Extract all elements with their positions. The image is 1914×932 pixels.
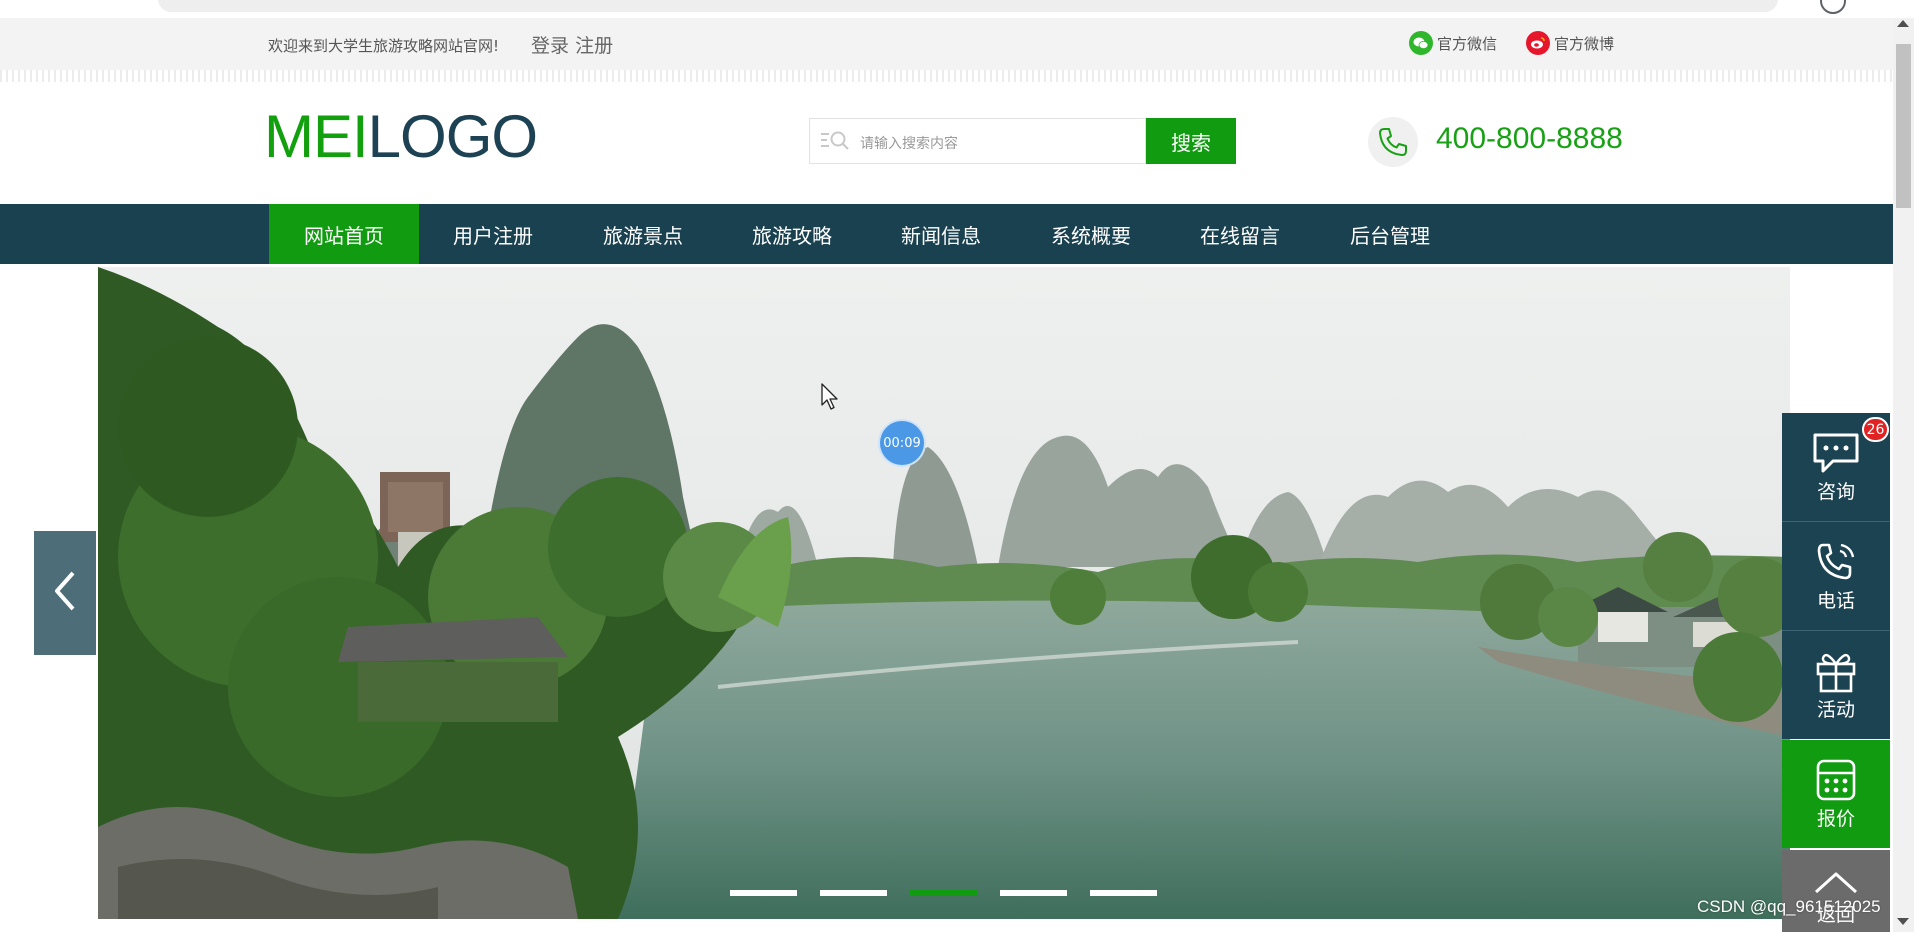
address-bar[interactable]	[158, 0, 1778, 12]
chat-icon	[1811, 431, 1861, 475]
sidebar-phone[interactable]: 电话	[1782, 522, 1890, 630]
back-to-top-button[interactable]: 返回	[1782, 850, 1890, 932]
browser-toolbar	[0, 0, 1914, 18]
main-nav: 网站首页 用户注册 旅游景点 旅游攻略 新闻信息 系统概要 在线留言 后台管理	[0, 204, 1893, 264]
nav-item-home[interactable]: 网站首页	[269, 204, 419, 264]
nav-item-register[interactable]: 用户注册	[418, 204, 568, 264]
weibo-label: 官方微博	[1554, 34, 1615, 53]
welcome-text: 欢迎来到大学生旅游攻略网站官网!	[268, 37, 500, 55]
search-box	[809, 118, 1146, 164]
nav-item-guides[interactable]: 旅游攻略	[717, 204, 867, 264]
nav-item-messages[interactable]: 在线留言	[1165, 204, 1315, 264]
register-link[interactable]: 注册	[575, 35, 613, 57]
calculator-icon	[1815, 758, 1857, 802]
nav-item-attractions[interactable]: 旅游景点	[568, 204, 718, 264]
wechat-link[interactable]: 官方微信	[1409, 31, 1497, 55]
carousel-dot-3[interactable]	[910, 890, 977, 896]
chevron-left-icon	[53, 570, 77, 616]
carousel-indicators	[730, 890, 1157, 896]
weibo-link[interactable]: 官方微博	[1526, 31, 1614, 55]
logo-part2: LOGO	[367, 103, 538, 170]
sidebar-phone-label: 电话	[1816, 590, 1855, 612]
search-input[interactable]	[858, 129, 1142, 157]
recording-timer: 00:09	[880, 421, 924, 465]
carousel-dot-2[interactable]	[820, 890, 887, 896]
weibo-icon	[1526, 31, 1550, 55]
phone-call-icon	[1813, 540, 1859, 584]
top-bar-divider	[0, 70, 1893, 82]
banner-landscape-image	[98, 267, 1790, 919]
carousel-prev-button[interactable]	[34, 531, 96, 655]
nav-item-news[interactable]: 新闻信息	[866, 204, 1016, 264]
carousel-dot-1[interactable]	[730, 890, 797, 896]
sidebar-activity-label: 活动	[1816, 699, 1855, 721]
site-logo[interactable]: MEILOGO	[264, 102, 538, 172]
profile-icon[interactable]	[1820, 0, 1846, 14]
nav-item-overview[interactable]: 系统概要	[1016, 204, 1166, 264]
sidebar-quote-label: 报价	[1816, 808, 1855, 830]
scroll-down-arrow-icon[interactable]	[1897, 918, 1909, 925]
gift-icon	[1814, 649, 1858, 693]
hero-banner[interactable]	[98, 267, 1790, 919]
sidebar-consult-label: 咨询	[1816, 481, 1855, 503]
wechat-icon	[1409, 31, 1433, 55]
consult-count-badge: 26	[1862, 417, 1889, 442]
carousel-dot-5[interactable]	[1090, 890, 1157, 896]
sidebar-activity[interactable]: 活动	[1782, 631, 1890, 739]
login-link[interactable]: 登录	[531, 35, 569, 57]
auth-links: 登录 注册	[531, 31, 613, 58]
scrollbar-thumb[interactable]	[1896, 44, 1911, 208]
search-icon	[820, 130, 850, 156]
nav-item-admin[interactable]: 后台管理	[1315, 204, 1465, 264]
carousel-dot-4[interactable]	[1000, 890, 1067, 896]
mouse-cursor-icon	[821, 383, 839, 415]
logo-part1: MEI	[264, 103, 369, 170]
chevron-up-icon	[1813, 870, 1859, 898]
phone-icon	[1368, 117, 1418, 167]
csdn-watermark: CSDN @qq_961512025	[1697, 897, 1881, 916]
scroll-up-arrow-icon[interactable]	[1897, 20, 1909, 27]
wechat-label: 官方微信	[1437, 34, 1498, 53]
search-button[interactable]: 搜索	[1146, 118, 1236, 164]
sidebar-quote[interactable]: 报价	[1782, 740, 1890, 848]
hotline-number: 400-800-8888	[1436, 122, 1623, 155]
